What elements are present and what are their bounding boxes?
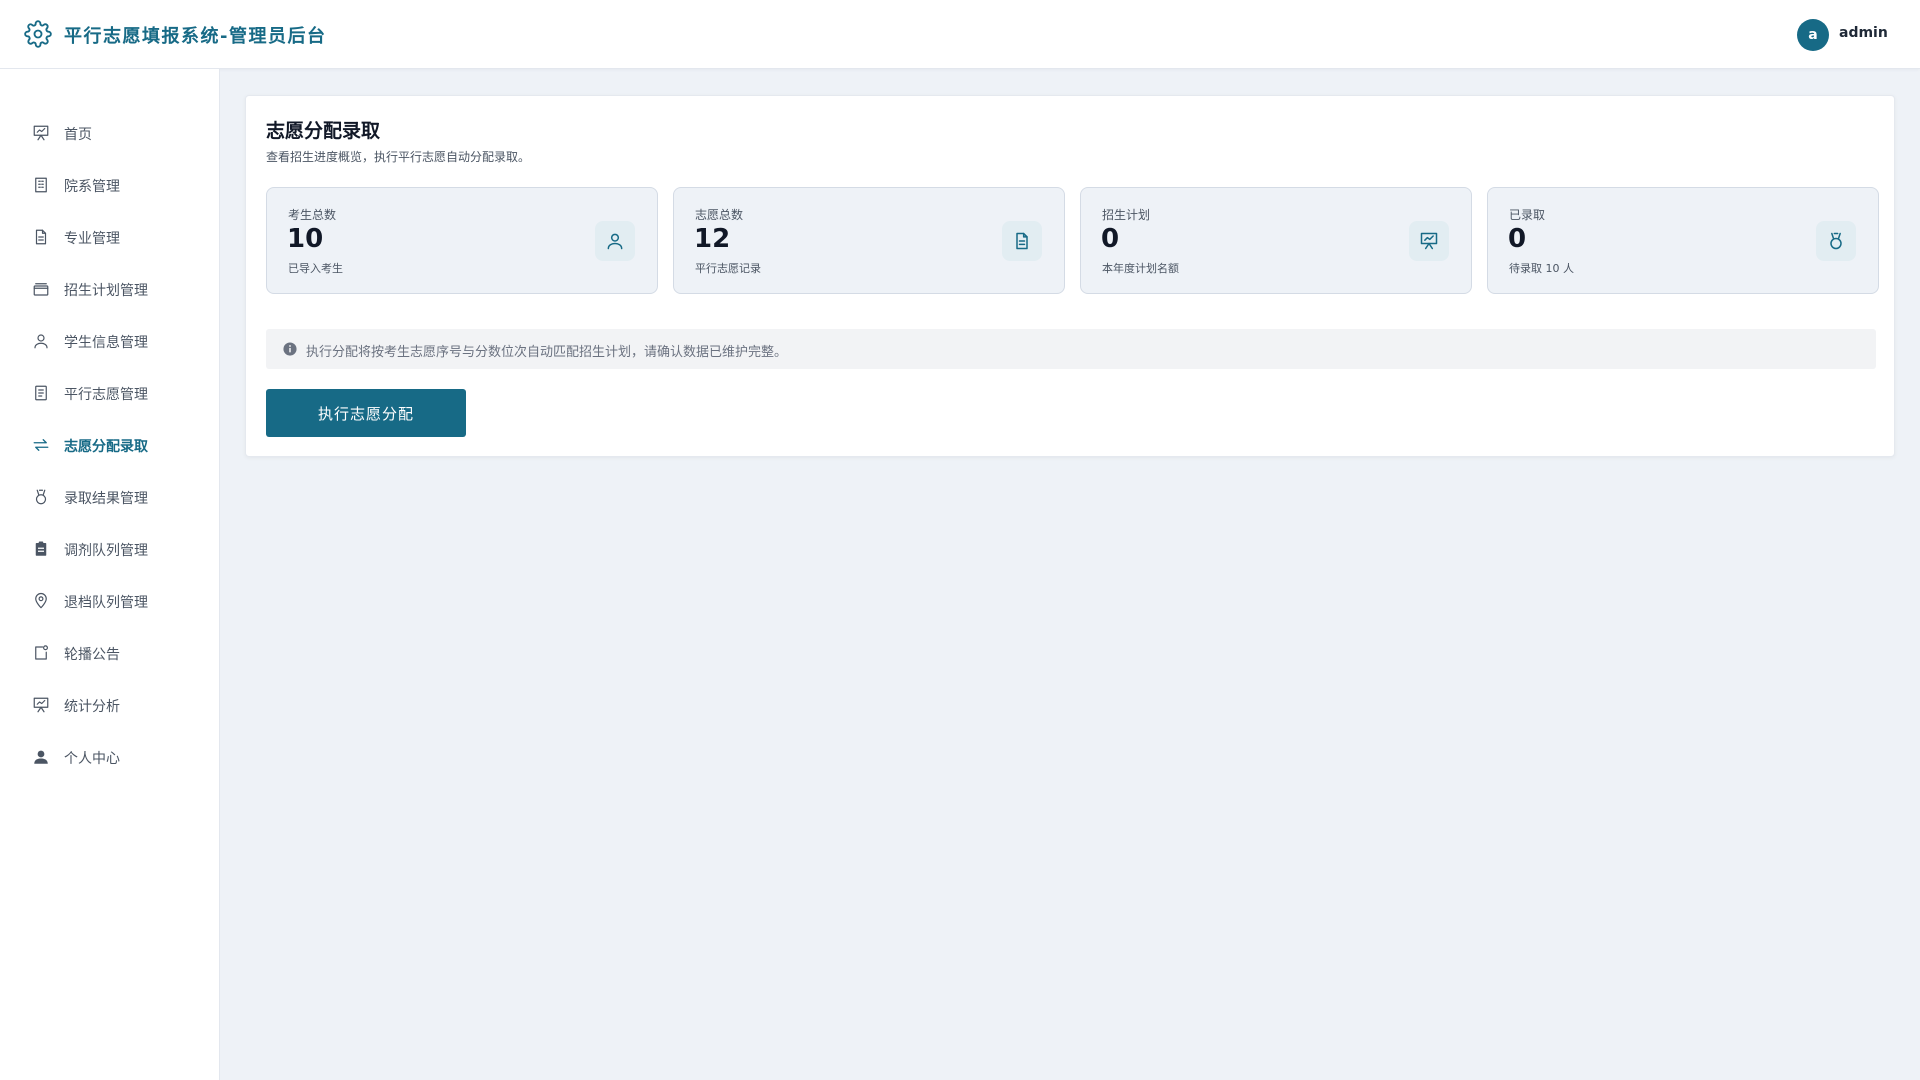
stat-value: 10	[287, 224, 324, 254]
sidebar-item-adjustment-queue[interactable]: 调剂队列管理	[0, 527, 219, 571]
user-icon	[34, 334, 48, 349]
sidebar-item-label: 平行志愿管理	[64, 387, 148, 403]
stat-desc: 本年度计划名额	[1102, 262, 1179, 275]
sidebar-item-label: 调剂队列管理	[64, 543, 148, 559]
info-icon	[283, 342, 297, 356]
execute-allocation-button[interactable]: 执行志愿分配	[266, 389, 466, 437]
sidebar-item-preferences[interactable]: 平行志愿管理	[0, 371, 219, 415]
page-subtitle: 查看招生进度概览，执行平行志愿自动分配录取。	[266, 150, 531, 164]
easel-chart-icon	[33, 697, 49, 713]
document-icon	[35, 229, 47, 245]
stat-value: 0	[1101, 224, 1120, 254]
medal-icon	[35, 489, 47, 505]
sidebar-item-majors[interactable]: 专业管理	[0, 215, 219, 259]
sidebar-item-label: 招生计划管理	[64, 283, 148, 299]
stat-icon-container	[1409, 221, 1449, 261]
user-icon	[607, 233, 623, 250]
stat-desc: 已导入考生	[288, 262, 343, 275]
username[interactable]: admin	[1839, 25, 1888, 41]
sidebar-item-statistics[interactable]: 统计分析	[0, 683, 219, 727]
app-title: 平行志愿填报系统-管理员后台	[64, 26, 327, 47]
sidebar-item-label: 学生信息管理	[64, 335, 148, 351]
stat-value: 0	[1508, 224, 1527, 254]
sidebar-item-label: 首页	[64, 127, 92, 143]
stat-card-plans: 招生计划 0 本年度计划名额	[1080, 187, 1472, 294]
stat-card-admitted: 已录取 0 待录取 10 人	[1487, 187, 1879, 294]
sidebar-item-label: 志愿分配录取	[64, 439, 148, 455]
stat-card-students: 考生总数 10 已导入考生	[266, 187, 658, 294]
sidebar-item-enrollment-plans[interactable]: 招生计划管理	[0, 267, 219, 311]
sidebar-item-departments[interactable]: 院系管理	[0, 163, 219, 207]
sidebar-item-label: 退档队列管理	[64, 595, 148, 611]
sidebar-item-label: 轮播公告	[64, 647, 120, 663]
stat-desc: 待录取 10 人	[1509, 262, 1574, 275]
stat-icon-container	[1002, 221, 1042, 261]
sidebar-item-announcements[interactable]: 轮播公告	[0, 631, 219, 675]
sidebar-item-results[interactable]: 录取结果管理	[0, 475, 219, 519]
sidebar-item-home[interactable]: 首页	[0, 111, 219, 155]
sidebar-item-label: 个人中心	[64, 751, 120, 767]
stat-label: 志愿总数	[695, 208, 744, 222]
document-icon	[1016, 232, 1028, 250]
info-notice: 执行分配将按考生志愿序号与分数位次自动匹配招生计划，请确认数据已维护完整。	[266, 329, 1876, 369]
gear-icon	[24, 20, 52, 48]
avatar[interactable]: a	[1797, 19, 1829, 51]
sidebar: 首页 院系管理 专业管理 招生计划管理 学生信息管理 平行志愿管理 志愿分配录取…	[0, 69, 220, 1080]
page-title: 志愿分配录取	[266, 120, 381, 142]
sidebar-item-label: 统计分析	[64, 699, 120, 715]
sidebar-item-allocation[interactable]: 志愿分配录取	[0, 423, 219, 467]
sidebar-item-label: 院系管理	[64, 179, 120, 195]
notice-text: 执行分配将按考生志愿序号与分数位次自动匹配招生计划，请确认数据已维护完整。	[306, 345, 788, 360]
clipboard-icon	[35, 541, 47, 556]
building-icon	[35, 177, 47, 193]
list-document-icon	[35, 385, 47, 401]
stat-desc: 平行志愿记录	[695, 262, 761, 275]
stat-icon-container	[1816, 221, 1856, 261]
wallet-icon	[33, 283, 49, 296]
stat-label: 考生总数	[288, 208, 337, 222]
sidebar-item-label: 录取结果管理	[64, 491, 148, 507]
sidebar-item-withdrawal-queue[interactable]: 退档队列管理	[0, 579, 219, 623]
stat-value: 12	[694, 224, 731, 254]
switch-arrows-icon	[33, 439, 49, 451]
stat-icon-container	[595, 221, 635, 261]
sidebar-item-profile[interactable]: 个人中心	[0, 735, 219, 779]
stat-label: 招生计划	[1102, 208, 1151, 222]
bell-note-icon	[35, 645, 48, 660]
user-filled-icon	[34, 750, 48, 764]
sidebar-item-students[interactable]: 学生信息管理	[0, 319, 219, 363]
top-header: 平行志愿填报系统-管理员后台 a admin	[0, 0, 1920, 69]
allocation-card: 志愿分配录取 查看招生进度概览，执行平行志愿自动分配录取。 考生总数 10 已导…	[245, 95, 1895, 457]
easel-chart-icon	[1420, 232, 1438, 250]
stat-label: 已录取	[1509, 208, 1546, 222]
location-pin-icon	[35, 592, 47, 609]
sidebar-item-label: 专业管理	[64, 231, 120, 247]
easel-chart-icon	[33, 125, 49, 141]
stat-card-preferences: 志愿总数 12 平行志愿记录	[673, 187, 1065, 294]
medal-icon	[1830, 232, 1842, 250]
